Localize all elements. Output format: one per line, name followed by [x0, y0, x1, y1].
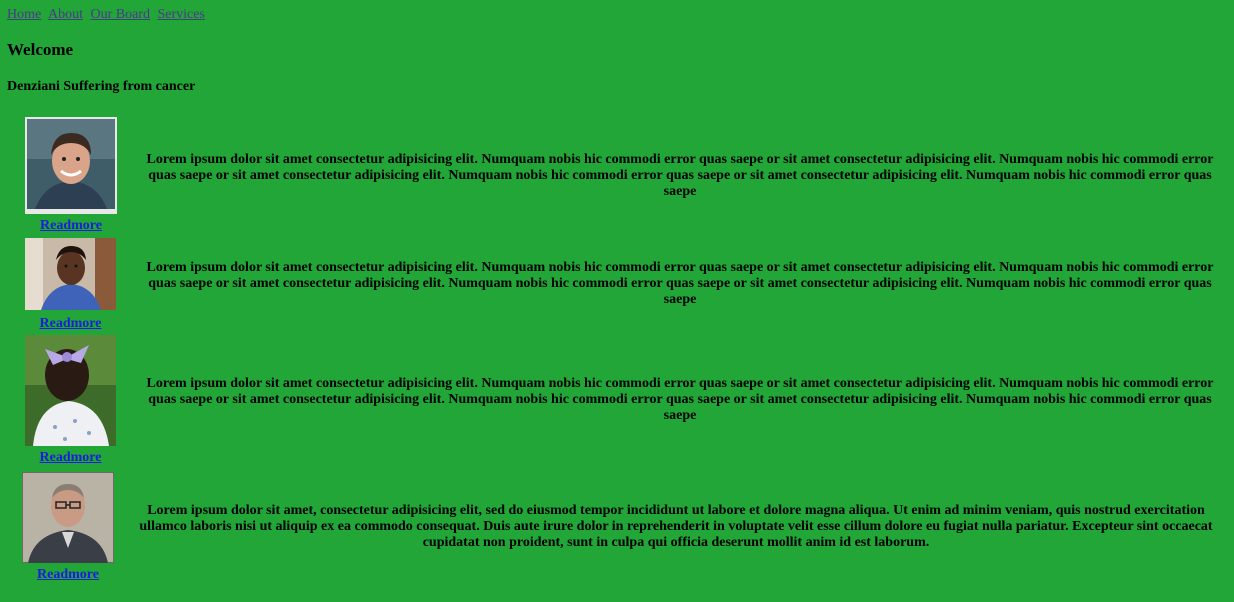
readmore-link[interactable]: Readmore: [25, 450, 116, 466]
readmore-link[interactable]: Readmore: [22, 567, 114, 583]
page-subtitle: Denziani Suffering from cancer: [7, 79, 196, 94]
page: Home About Our Board Services Welcome De…: [0, 0, 1234, 602]
profile-photo-column: Readmore: [25, 335, 116, 466]
profile-photo-column: Readmore: [25, 238, 116, 332]
profile-description: Lorem ipsum dolor sit amet consectetur a…: [146, 376, 1214, 423]
nav-link-about[interactable]: About: [48, 7, 83, 22]
profile-photo: [25, 335, 116, 446]
page-title: Welcome: [7, 40, 74, 59]
profile-photo: [22, 472, 114, 563]
profile-photo-column: Readmore: [22, 472, 114, 583]
profile-photo: [25, 117, 117, 214]
profile-description: Lorem ipsum dolor sit amet consectetur a…: [146, 260, 1214, 307]
nav-link-our-board[interactable]: Our Board: [90, 7, 150, 22]
profile-photo: [25, 238, 116, 310]
profile-row: Readmore Lorem ipsum dolor sit amet, con…: [0, 472, 1234, 584]
readmore-link[interactable]: Readmore: [25, 316, 116, 332]
profile-description: Lorem ipsum dolor sit amet, consectetur …: [139, 503, 1213, 550]
nav-link-home[interactable]: Home: [7, 7, 41, 22]
top-nav: Home About Our Board Services: [7, 7, 209, 23]
profile-photo-column: Readmore: [25, 117, 117, 234]
nav-link-services[interactable]: Services: [157, 7, 204, 22]
profile-row: Readmore Lorem ipsum dolor sit amet cons…: [0, 117, 1234, 235]
profile-row: Readmore Lorem ipsum dolor sit amet cons…: [0, 238, 1234, 333]
readmore-link[interactable]: Readmore: [25, 218, 117, 234]
profile-description: Lorem ipsum dolor sit amet consectetur a…: [146, 152, 1214, 199]
profile-row: Readmore Lorem ipsum dolor sit amet cons…: [0, 335, 1234, 468]
